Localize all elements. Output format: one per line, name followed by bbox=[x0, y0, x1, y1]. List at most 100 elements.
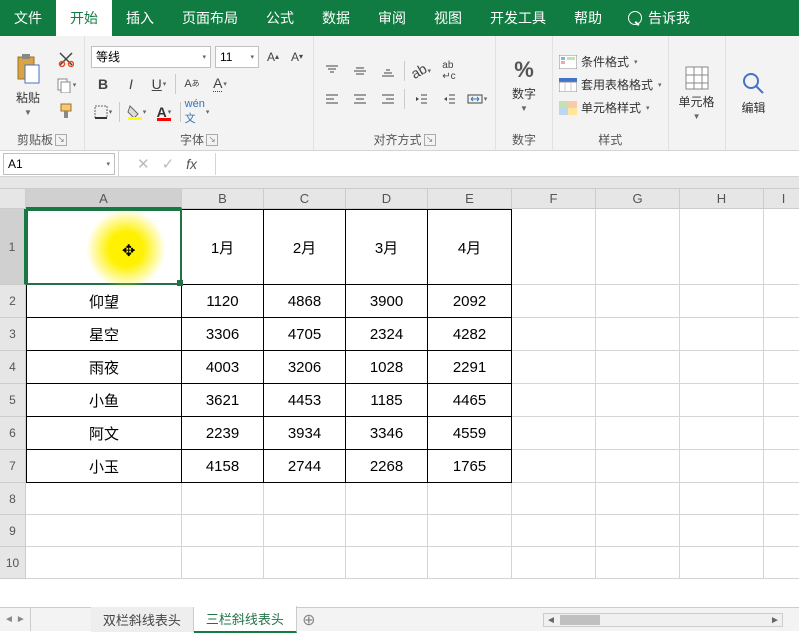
tab-insert[interactable]: 插入 bbox=[112, 0, 168, 36]
dialog-launcher-icon[interactable]: ↘ bbox=[55, 134, 67, 146]
cell[interactable] bbox=[680, 450, 764, 483]
col-header-G[interactable]: G bbox=[596, 189, 680, 209]
cell[interactable] bbox=[596, 351, 680, 384]
cell[interactable]: 2291 bbox=[428, 351, 512, 384]
col-header-C[interactable]: C bbox=[264, 189, 346, 209]
align-top-button[interactable] bbox=[320, 59, 344, 83]
cell[interactable] bbox=[764, 285, 799, 318]
cut-button[interactable] bbox=[54, 47, 78, 71]
cell[interactable] bbox=[182, 547, 264, 579]
cell[interactable] bbox=[680, 285, 764, 318]
cell[interactable]: 2324 bbox=[346, 318, 428, 351]
cell[interactable] bbox=[182, 515, 264, 547]
sheet-tab-1[interactable]: 双栏斜线表头 bbox=[91, 607, 194, 632]
cell[interactable] bbox=[680, 351, 764, 384]
cell[interactable] bbox=[764, 351, 799, 384]
cell[interactable] bbox=[428, 483, 512, 515]
cell[interactable] bbox=[512, 285, 596, 318]
cell[interactable] bbox=[512, 450, 596, 483]
cell[interactable] bbox=[596, 318, 680, 351]
align-center-button[interactable] bbox=[348, 87, 372, 111]
cell[interactable] bbox=[680, 547, 764, 579]
ruby-button[interactable]: Aあ bbox=[180, 72, 204, 96]
cell[interactable] bbox=[512, 318, 596, 351]
cell[interactable]: 4559 bbox=[428, 417, 512, 450]
col-header-I[interactable]: I bbox=[764, 189, 799, 209]
phonetic-button[interactable]: A▾ bbox=[208, 72, 232, 96]
tab-view[interactable]: 视图 bbox=[420, 0, 476, 36]
add-sheet-button[interactable]: ⊕ bbox=[297, 608, 321, 632]
cell[interactable] bbox=[512, 351, 596, 384]
merge-button[interactable]: ▾ bbox=[465, 87, 489, 111]
cell[interactable]: 4158 bbox=[182, 450, 264, 483]
cell[interactable]: 雨夜 bbox=[26, 351, 182, 384]
cell[interactable] bbox=[596, 384, 680, 417]
tab-file[interactable]: 文件 bbox=[0, 0, 56, 36]
italic-button[interactable]: I bbox=[119, 72, 143, 96]
cell[interactable] bbox=[26, 547, 182, 579]
cell[interactable]: 2268 bbox=[346, 450, 428, 483]
increase-font-button[interactable]: A▴ bbox=[263, 47, 283, 67]
cell[interactable] bbox=[428, 515, 512, 547]
cell[interactable] bbox=[680, 417, 764, 450]
font-name-select[interactable]: 等线▾ bbox=[91, 46, 211, 68]
cell[interactable] bbox=[764, 318, 799, 351]
cell[interactable]: 1028 bbox=[346, 351, 428, 384]
tab-formulas[interactable]: 公式 bbox=[252, 0, 308, 36]
tab-home[interactable]: 开始 bbox=[56, 0, 112, 36]
cell[interactable]: 2月 bbox=[264, 209, 346, 285]
cell[interactable] bbox=[346, 547, 428, 579]
tab-review[interactable]: 审阅 bbox=[364, 0, 420, 36]
cells-button[interactable]: 单元格 ▼ bbox=[675, 40, 719, 146]
cell[interactable] bbox=[512, 547, 596, 579]
col-header-D[interactable]: D bbox=[346, 189, 428, 209]
row-header-5[interactable]: 5 bbox=[0, 384, 26, 417]
cell[interactable] bbox=[26, 515, 182, 547]
font-size-select[interactable]: 11▾ bbox=[215, 46, 259, 68]
bold-button[interactable]: B bbox=[91, 72, 115, 96]
col-header-H[interactable]: H bbox=[680, 189, 764, 209]
align-left-button[interactable] bbox=[320, 87, 344, 111]
copy-button[interactable]: ▾ bbox=[54, 73, 78, 97]
align-bottom-button[interactable] bbox=[376, 59, 400, 83]
row-header-7[interactable]: 7 bbox=[0, 450, 26, 483]
select-all-corner[interactable] bbox=[0, 189, 26, 209]
decrease-indent-button[interactable] bbox=[409, 87, 433, 111]
cell[interactable] bbox=[596, 450, 680, 483]
cell[interactable]: 3934 bbox=[264, 417, 346, 450]
fx-button[interactable]: fx bbox=[186, 156, 197, 172]
cell[interactable] bbox=[346, 515, 428, 547]
editing-button[interactable]: 编辑 bbox=[732, 40, 776, 146]
font-color-button[interactable]: A▾ bbox=[152, 100, 176, 124]
cell[interactable] bbox=[264, 483, 346, 515]
cell[interactable] bbox=[596, 417, 680, 450]
cell[interactable] bbox=[512, 515, 596, 547]
row-header-2[interactable]: 2 bbox=[0, 285, 26, 318]
cell[interactable] bbox=[764, 515, 799, 547]
cell[interactable] bbox=[182, 483, 264, 515]
tab-data[interactable]: 数据 bbox=[308, 0, 364, 36]
format-painter-button[interactable] bbox=[54, 99, 78, 123]
paste-button[interactable]: 粘贴 ▼ bbox=[6, 40, 50, 129]
cell[interactable]: 小玉 bbox=[26, 450, 182, 483]
cell[interactable]: 1765 bbox=[428, 450, 512, 483]
cancel-formula-button[interactable]: ✕ bbox=[137, 155, 150, 173]
row-header-1[interactable]: 1 bbox=[0, 209, 26, 285]
cell[interactable]: 1120 bbox=[182, 285, 264, 318]
cell[interactable] bbox=[26, 209, 182, 285]
cell[interactable] bbox=[512, 483, 596, 515]
fill-color-button[interactable]: ▾ bbox=[124, 100, 148, 124]
cell[interactable]: 4465 bbox=[428, 384, 512, 417]
formula-bar[interactable] bbox=[215, 153, 799, 175]
dialog-launcher-icon[interactable]: ↘ bbox=[206, 134, 218, 146]
cell[interactable]: 4868 bbox=[264, 285, 346, 318]
cell[interactable]: 4282 bbox=[428, 318, 512, 351]
underline-button[interactable]: U▾ bbox=[147, 72, 171, 96]
cell[interactable] bbox=[764, 384, 799, 417]
cell[interactable]: 3346 bbox=[346, 417, 428, 450]
cell[interactable]: 3306 bbox=[182, 318, 264, 351]
cell[interactable]: 4453 bbox=[264, 384, 346, 417]
cell[interactable]: 3206 bbox=[264, 351, 346, 384]
cell[interactable] bbox=[264, 547, 346, 579]
cell[interactable] bbox=[680, 515, 764, 547]
